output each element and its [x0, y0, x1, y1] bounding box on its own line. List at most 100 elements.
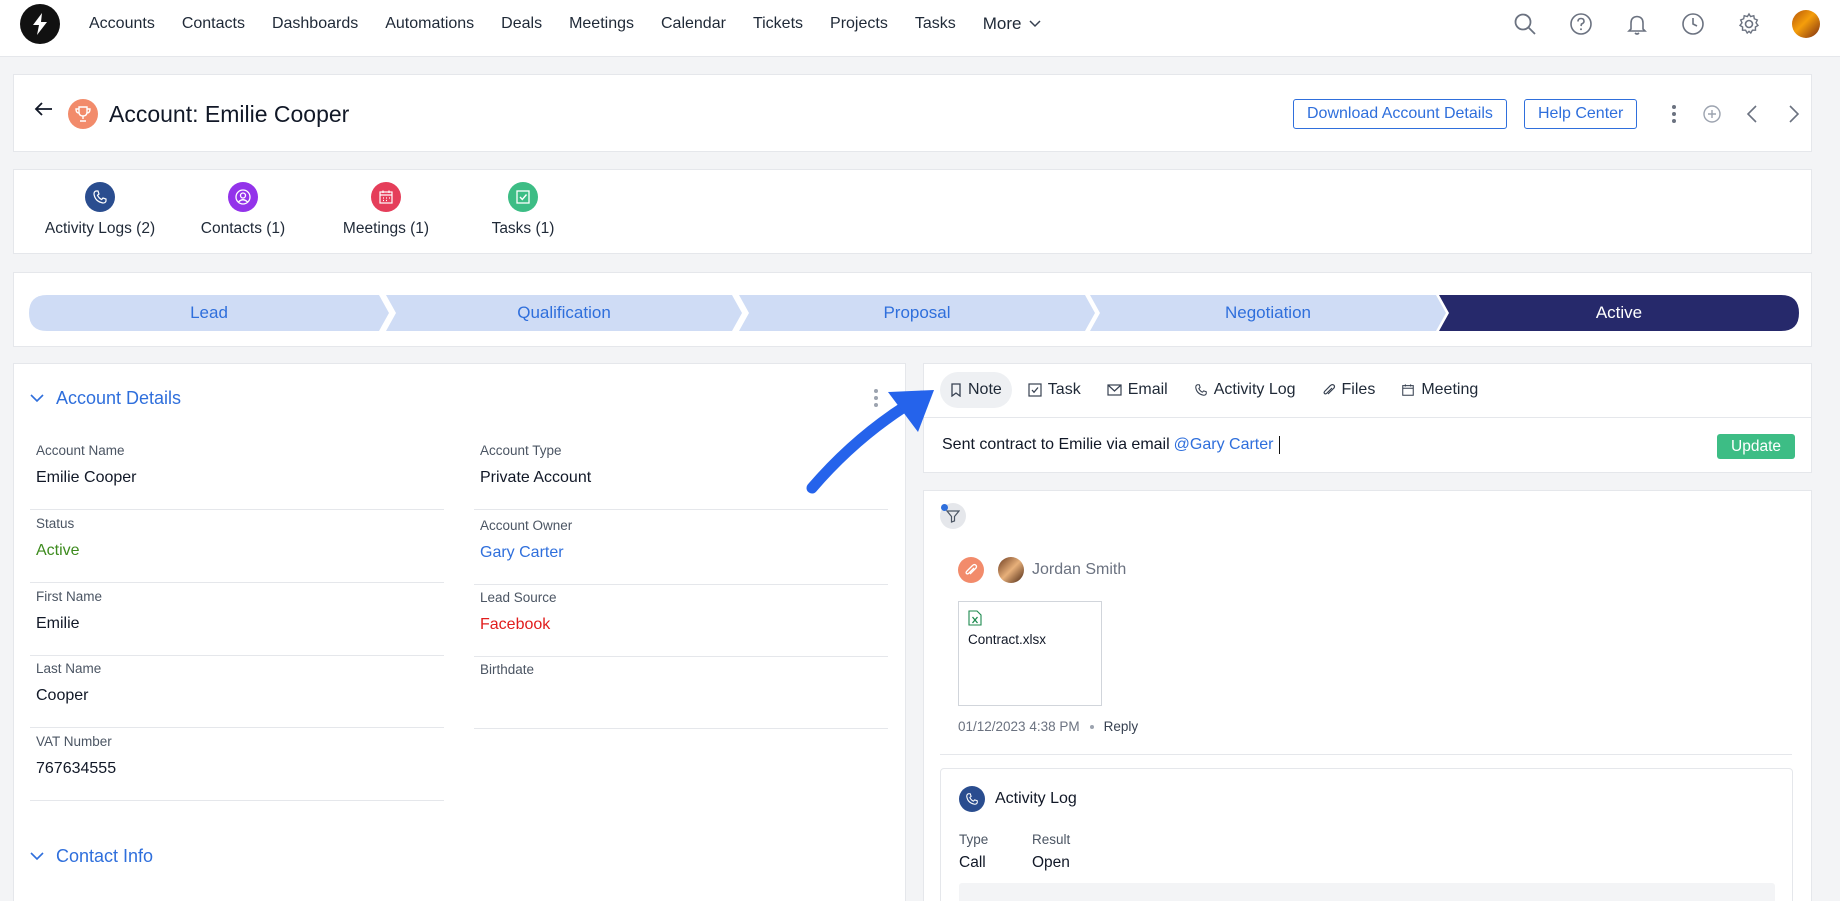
field-status[interactable]: Status Active [30, 510, 444, 583]
note-input[interactable]: Sent contract to Emilie via email @Gary C… [942, 436, 1281, 454]
status-value: Active [36, 542, 80, 559]
stage-active[interactable]: Active [1439, 295, 1799, 331]
nav-automations[interactable]: Automations [385, 15, 474, 33]
field-value: Private Account [480, 469, 592, 486]
section-title: Contact Info [56, 846, 154, 866]
field-value: Emilie Cooper [36, 469, 137, 486]
mention-tag[interactable]: @Gary Carter [1174, 436, 1274, 453]
activity-log-title: Activity Log [995, 790, 1077, 807]
phone-icon [959, 786, 985, 812]
pipeline-stages: Lead Qualification Proposal Negotiation … [29, 295, 1799, 331]
filter-active-dot [941, 504, 948, 511]
field-account-owner[interactable]: Account Owner Gary Carter [474, 512, 888, 585]
field-account-type[interactable]: Account Type Private Account [474, 437, 888, 510]
related-activity-logs[interactable]: Activity Logs (2) [31, 182, 169, 238]
stage-proposal[interactable]: Proposal [739, 295, 1095, 331]
related-contacts[interactable]: Contacts (1) [188, 182, 298, 238]
divider [940, 754, 1792, 755]
app-logo[interactable] [20, 4, 60, 44]
section-kebab-icon[interactable] [873, 388, 879, 413]
nav-icons [1512, 10, 1820, 38]
divider [924, 417, 1811, 418]
chevron-down-icon [30, 394, 44, 403]
nav-dashboards[interactable]: Dashboards [272, 15, 358, 33]
contact-info-section-toggle[interactable]: Contact Info [30, 846, 153, 867]
note-input-text: Sent contract to Emilie via email [942, 436, 1170, 454]
nav-contacts[interactable]: Contacts [182, 15, 245, 33]
kebab-menu-icon[interactable] [1662, 102, 1686, 126]
stage-lead[interactable]: Lead [29, 295, 389, 331]
account-owner-link[interactable]: Gary Carter [480, 544, 564, 562]
reply-link[interactable]: Reply [1104, 719, 1139, 734]
field-vat-number[interactable]: VAT Number 767634555 [30, 728, 444, 801]
field-label: Birthdate [480, 662, 535, 677]
type-value: Call [959, 854, 986, 871]
account-details-section-toggle[interactable]: Account Details [30, 388, 181, 409]
stage-negotiation[interactable]: Negotiation [1090, 295, 1446, 331]
bell-icon[interactable] [1624, 11, 1650, 37]
user-avatar[interactable] [1792, 10, 1820, 38]
tab-email[interactable]: Email [1097, 372, 1178, 408]
tab-activity-log[interactable]: Activity Log [1184, 372, 1306, 408]
type-label: Type [959, 832, 989, 847]
nav-calendar[interactable]: Calendar [661, 15, 726, 33]
tab-task[interactable]: Task [1018, 372, 1091, 408]
next-record-icon[interactable] [1782, 102, 1806, 126]
checkbox-icon [508, 182, 538, 212]
field-label: Lead Source [480, 590, 557, 605]
feed-user-name[interactable]: Jordan Smith [1032, 561, 1126, 579]
file-attachment-card[interactable]: Contract.xlsx [958, 601, 1102, 706]
user-avatar[interactable] [998, 557, 1024, 583]
related-tasks[interactable]: Tasks (1) [478, 182, 568, 238]
back-arrow-icon[interactable] [34, 101, 54, 122]
top-navbar: Accounts Contacts Dashboards Automations… [0, 0, 1840, 57]
field-account-name[interactable]: Account Name Emilie Cooper [30, 437, 444, 510]
feed-file-item: Jordan Smith Contract.xlsx 01/12/2023 4:… [958, 557, 1658, 747]
lead-source-value: Facebook [480, 616, 551, 633]
nav-projects[interactable]: Projects [830, 15, 888, 33]
field-label: Account Type [480, 443, 562, 458]
tab-label: Note [968, 381, 1002, 398]
tab-files[interactable]: Files [1312, 372, 1386, 408]
stage-label: Qualification [517, 303, 611, 322]
help-icon[interactable] [1568, 11, 1594, 37]
nav-more-dropdown[interactable]: More [983, 14, 1042, 34]
clock-icon[interactable] [1680, 11, 1706, 37]
related-label: Tasks (1) [491, 220, 555, 237]
nav-tasks[interactable]: Tasks [915, 15, 956, 33]
tab-label: Task [1047, 381, 1081, 398]
add-circle-icon[interactable] [1700, 102, 1724, 126]
field-label: First Name [36, 589, 103, 604]
related-meetings[interactable]: Meetings (1) [329, 182, 443, 238]
tab-note[interactable]: Note [940, 372, 1012, 408]
tab-label: Meeting [1421, 381, 1479, 398]
nav-accounts[interactable]: Accounts [89, 15, 155, 33]
bookmark-icon [951, 383, 961, 397]
field-last-name[interactable]: Last Name Cooper [30, 655, 444, 728]
gear-icon[interactable] [1736, 11, 1762, 37]
nav-deals[interactable]: Deals [501, 15, 542, 33]
field-value: Cooper [36, 687, 89, 704]
nav-tickets[interactable]: Tickets [753, 15, 803, 33]
field-label: Account Owner [480, 518, 573, 533]
update-button[interactable]: Update [1717, 434, 1795, 459]
nav-more-label: More [982, 14, 1022, 33]
help-center-button[interactable]: Help Center [1524, 99, 1638, 129]
previous-record-icon[interactable] [1740, 102, 1764, 126]
activity-feed-panel: Jordan Smith Contract.xlsx 01/12/2023 4:… [923, 490, 1812, 901]
download-account-details-button[interactable]: Download Account Details [1293, 99, 1507, 129]
field-label: Last Name [36, 661, 102, 676]
activity-log-card: Activity Log Type Call Result Open [940, 768, 1793, 901]
nav-meetings[interactable]: Meetings [569, 15, 634, 33]
search-icon[interactable] [1512, 11, 1538, 37]
tab-label: Email [1127, 381, 1168, 398]
result-value: Open [1032, 854, 1070, 871]
tab-meeting[interactable]: Meeting [1391, 372, 1488, 408]
stage-qualification[interactable]: Qualification [386, 295, 742, 331]
feed-meta: 01/12/2023 4:38 PM Reply [958, 719, 1138, 734]
field-first-name[interactable]: First Name Emilie [30, 583, 444, 656]
stage-label: Lead [190, 303, 228, 322]
field-birthdate[interactable]: Birthdate [474, 656, 888, 729]
field-lead-source[interactable]: Lead Source Facebook [474, 584, 888, 657]
field-label: Account Name [36, 443, 125, 458]
